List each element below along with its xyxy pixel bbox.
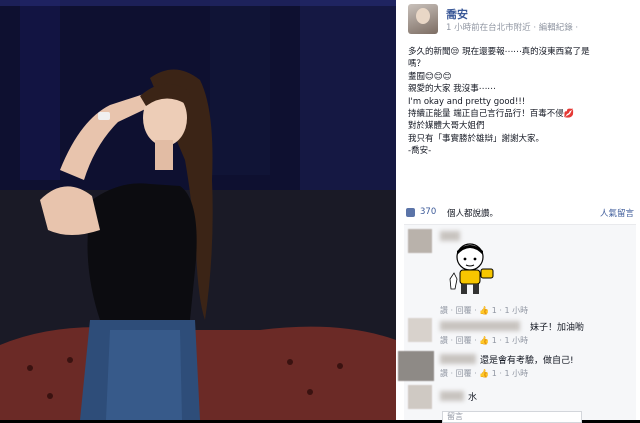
comment-actions[interactable]: 讚 · 回覆 · 👍 1 · 1 小時 (440, 368, 528, 379)
commenter-avatar[interactable] (408, 229, 432, 253)
post-line: I'm okay and pretty good!!! (408, 96, 526, 107)
post-line: 耋囿😊😊😊 (408, 71, 452, 82)
post-header: 喬安 1 小時前在台北市附近 · 編輯紀錄 · (404, 4, 634, 40)
like-count[interactable]: 370 (420, 207, 436, 217)
post-meta: 1 小時前在台北市附近 · 編輯紀錄 · (446, 23, 579, 33)
comment-actions[interactable]: 讚 · 回覆 · 👍 1 · 1 小時 (440, 335, 528, 346)
comment-text: 妹子！加油喲 (530, 323, 585, 333)
commenter-avatar[interactable] (398, 351, 434, 381)
commenter-name[interactable] (440, 321, 520, 331)
commenter-avatar[interactable] (408, 385, 432, 409)
top-comments-link[interactable]: 人氣留言 (600, 207, 634, 219)
commenter-name[interactable] (440, 354, 476, 364)
post-line: 持續正能量 端正自己言行品行！百毒不侵💋 (408, 109, 575, 120)
post-line: 嗎？ (408, 59, 426, 70)
reply-input[interactable]: 留言 (442, 411, 582, 423)
like-text: 個人都說讚。 (447, 209, 499, 219)
post-line: 親愛的大家 我沒事⋯⋯ (408, 84, 496, 95)
like-bar: 370 個人都說讚。 人氣留言 (404, 206, 636, 222)
comment-actions[interactable]: 讚 · 回覆 · 👍 1 · 1 小時 (440, 305, 528, 316)
commenter-avatar[interactable] (408, 318, 432, 342)
post-body: 多久的新聞😒 現在還要報⋯⋯真的沒東西寫了是 嗎？ 耋囿😊😊😊 親愛的大家 我沒… (408, 46, 634, 158)
post-line: 多久的新聞😒 現在還要報⋯⋯真的沒東西寫了是 (408, 47, 590, 57)
author-avatar[interactable] (408, 4, 438, 34)
post-line: -喬安- (408, 146, 432, 157)
commenter-name[interactable] (440, 391, 464, 401)
comment-text: 水 (468, 393, 478, 403)
post-panel: 喬安 1 小時前在台北市附近 · 編輯紀錄 · 多久的新聞😒 現在還要報⋯⋯真的… (396, 0, 640, 423)
post-photo[interactable] (0, 0, 396, 420)
thumbs-up-icon (406, 208, 415, 217)
comment-list: 讚 · 回覆 · 👍 1 · 1 小時 妹子！加油喲 讚 · 回覆 · 👍 1 … (398, 225, 636, 423)
comment-text: 還是會有考驗，做自己! (480, 356, 574, 366)
screenshot-frame: 喬安 1 小時前在台北市附近 · 編輯紀錄 · 多久的新聞😒 現在還要報⋯⋯真的… (0, 0, 640, 423)
post-line: 對於媒體大哥大姐們 (408, 121, 485, 132)
sticker-icon (449, 243, 494, 294)
photo-illustration (0, 0, 396, 420)
post-line: 我只有「事實勝於雄辯」謝謝大家。 (408, 133, 545, 144)
author-name[interactable]: 喬安 (446, 6, 468, 22)
